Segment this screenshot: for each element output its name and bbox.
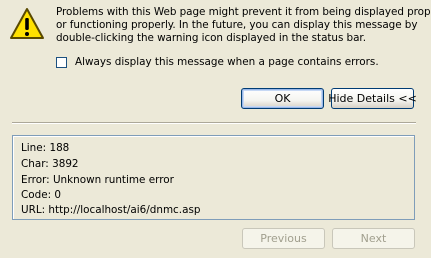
hide-details-button[interactable]: Hide Details <<: [328, 88, 417, 109]
error-message: Problems with this Web page might preven…: [56, 6, 431, 45]
detail-char: Char: 3892: [21, 158, 79, 170]
next-button[interactable]: Next: [332, 228, 415, 249]
ok-button[interactable]: OK: [241, 88, 324, 109]
detail-line: Line: 188: [21, 142, 70, 154]
message-line: Problems with this Web page might preven…: [56, 6, 431, 18]
separator: [12, 122, 416, 124]
previous-button[interactable]: Previous: [242, 228, 325, 249]
always-display-label[interactable]: Always display this message when a page …: [75, 56, 379, 68]
detail-url: URL: http://localhost/ai6/dnmc.asp: [21, 204, 201, 216]
error-details-panel: Line: 188 Char: 3892 Error: Unknown runt…: [12, 135, 415, 220]
always-display-checkbox[interactable]: [56, 56, 67, 68]
always-display-option[interactable]: Always display this message when a page …: [56, 56, 379, 68]
warning-icon: [10, 8, 44, 39]
message-line: double-clicking the warning icon display…: [56, 32, 366, 44]
detail-code: Code: 0: [21, 189, 62, 201]
detail-error: Error: Unknown runtime error: [21, 174, 174, 186]
message-line: or functioning properly. In the future, …: [56, 19, 418, 31]
